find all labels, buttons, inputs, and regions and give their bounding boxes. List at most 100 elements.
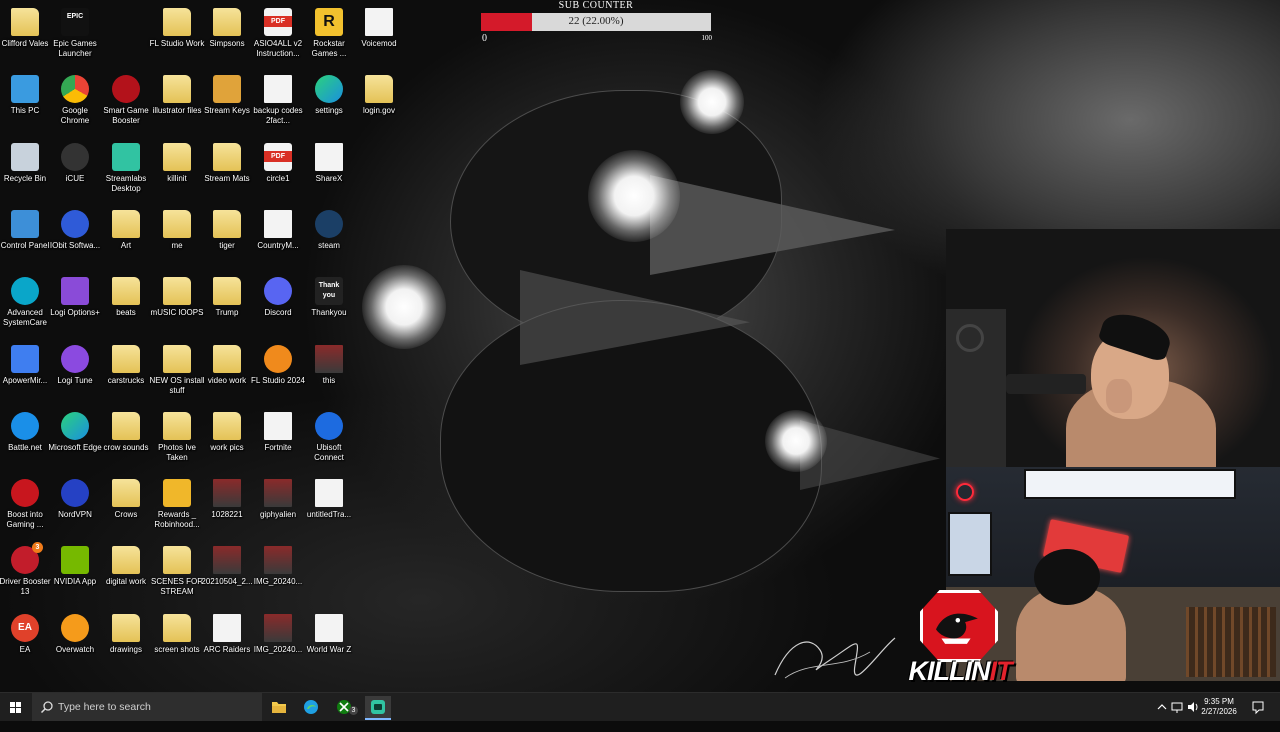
desktop-icon[interactable]: Thank you Thankyou (301, 277, 357, 318)
desktop-icon[interactable]: Boost into Gaming ... (0, 479, 53, 530)
sub-counter-min: 0 (482, 33, 487, 44)
desktop-icon[interactable]: NordVPN (47, 479, 103, 520)
desktop-icon[interactable]: mUSIC lOOPS (149, 277, 205, 318)
desktop-icon[interactable]: Logi Options+ (47, 277, 103, 318)
desktop-icon[interactable]: Recycle Bin (0, 143, 53, 184)
desktop-icon[interactable]: Ubisoft Connect (301, 412, 357, 463)
desktop-icon-label: Thankyou (311, 308, 347, 317)
desktop-icon[interactable]: EA EA (0, 614, 53, 655)
desktop-icon[interactable]: Rewards _ Robinhood... (149, 479, 205, 530)
desktop-icon-label: Art (120, 241, 132, 250)
desktop-icon[interactable]: killinit (149, 143, 205, 184)
desktop-icon[interactable]: World War Z (301, 614, 357, 655)
desktop-icon-label: EA (19, 645, 31, 654)
desktop-icon[interactable]: IMG_20240... (250, 546, 306, 587)
desktop-icon[interactable]: carstrucks (98, 345, 154, 386)
wordmark-accent: IT (989, 656, 1013, 686)
desktop-icon[interactable]: Stream Keys (199, 75, 255, 116)
desktop-icon[interactable]: ShareX (301, 143, 357, 184)
desktop-icon[interactable]: login.gov (351, 75, 407, 116)
document-icon (264, 412, 292, 440)
desktop-icon[interactable]: me (149, 210, 205, 251)
folder-icon (163, 75, 191, 103)
desktop-icon[interactable]: ASIO4ALL v2 Instruction... (250, 8, 306, 59)
desktop-icon[interactable]: Microsoft Edge (47, 412, 103, 453)
desktop-icon[interactable]: Discord (250, 277, 306, 318)
desktop-icon[interactable]: ARC Raiders (199, 614, 255, 655)
desktop-icon[interactable]: NVIDIA App (47, 546, 103, 587)
network-icon[interactable] (1170, 693, 1184, 721)
desktop-icon[interactable]: this (301, 345, 357, 386)
desktop-icon[interactable]: Control Panel (0, 210, 53, 251)
desktop-icon[interactable]: settings (301, 75, 357, 116)
desktop-icon[interactable]: Crows (98, 479, 154, 520)
desktop-icon[interactable]: NEW OS install stuff (149, 345, 205, 396)
desktop-icon[interactable]: steam (301, 210, 357, 251)
desktop-icon[interactable]: R Rockstar Games ... (301, 8, 357, 59)
desktop-icon[interactable]: EPIC Epic Games Launcher (47, 8, 103, 59)
desktop-icon[interactable]: SCENES FOR STREAM (149, 546, 205, 597)
desktop-icon[interactable]: FL Studio 2024 (250, 345, 306, 386)
desktop-icon[interactable]: IMG_20240... (250, 614, 306, 655)
desktop-icon[interactable]: Voicemod (351, 8, 407, 49)
desktop-icon[interactable]: backup codes 2fact... (250, 75, 306, 126)
desktop-icon-label: iCUE (65, 174, 85, 183)
desktop-icon[interactable]: Clifford Vales (0, 8, 53, 49)
taskbar-file-explorer[interactable] (266, 696, 292, 718)
desktop-icon[interactable]: Overwatch (47, 614, 103, 655)
taskbar-search-box[interactable]: Type here to search (32, 693, 262, 721)
desktop-icon-label: World War Z (306, 645, 352, 654)
streamlabs-icon (371, 700, 385, 714)
desktop-icon[interactable]: This PC (0, 75, 53, 116)
taskbar-xbox[interactable]: 3 (332, 696, 358, 718)
start-button[interactable] (0, 693, 32, 721)
desktop-icon[interactable]: Logi Tune (47, 345, 103, 386)
desktop-icon[interactable]: drawings (98, 614, 154, 655)
desktop-icon-label: ASIO4ALL v2 Instruction... (253, 39, 303, 58)
desktop-icon[interactable]: FL Studio Work (149, 8, 205, 49)
desktop-icon[interactable]: 1028221 (199, 479, 255, 520)
desktop-icon[interactable]: Fortnite (250, 412, 306, 453)
desktop-icon[interactable]: CountryM... (250, 210, 306, 251)
desktop-icon[interactable]: untitledTra... (301, 479, 357, 520)
desktop-icon[interactable]: circle1 (250, 143, 306, 184)
desktop-icon-label: Driver Booster 13 (0, 577, 51, 596)
taskbar-clock[interactable]: 9:35 PM 2/27/2026 (1196, 697, 1242, 717)
desktop-icon[interactable]: Smart Game Booster (98, 75, 154, 126)
desktop-icon[interactable]: video work (199, 345, 255, 386)
desktop-icon[interactable]: Trump (199, 277, 255, 318)
desktop-icon[interactable]: Google Chrome (47, 75, 103, 126)
desktop-icon[interactable]: IObit Softwa... (47, 210, 103, 251)
desktop-icon[interactable]: tiger (199, 210, 255, 251)
desktop-icon[interactable]: Battle.net (0, 412, 53, 453)
desktop-icon[interactable]: work pics (199, 412, 255, 453)
desktop-icon[interactable]: 20210504_2... (199, 546, 255, 587)
desktop-icon-label: Overwatch (55, 645, 95, 654)
desktop-icon[interactable]: Simpsons (199, 8, 255, 49)
ring-light (956, 483, 974, 501)
taskbar-edge[interactable] (298, 696, 324, 718)
desktop-icon-label: Rockstar Games ... (311, 39, 347, 58)
desktop-icon[interactable]: Photos Ive Taken (149, 412, 205, 463)
taskbar-streamlabs[interactable] (365, 696, 391, 720)
desktop-icon[interactable]: screen shots (149, 614, 205, 655)
desktop-icon[interactable]: illustrator files (149, 75, 205, 116)
desktop-icon[interactable]: beats (98, 277, 154, 318)
desktop-icon[interactable]: Streamlabs Desktop (98, 143, 154, 194)
desktop-icon[interactable]: digital work (98, 546, 154, 587)
desktop-icon[interactable]: Advanced SystemCare (0, 277, 53, 328)
notification-center-icon[interactable] (1250, 693, 1266, 721)
tray-overflow-chevron-icon[interactable] (1156, 693, 1168, 721)
desktop-icon-label: IObit Softwa... (49, 241, 101, 250)
folder-icon (112, 546, 140, 574)
desktop-icon[interactable]: crow sounds (98, 412, 154, 453)
desktop-icon[interactable]: Stream Mats (199, 143, 255, 184)
desktop-icon[interactable]: ApowerMir... (0, 345, 53, 386)
desktop-icon[interactable]: Art (98, 210, 154, 251)
desktop-icon[interactable]: 3 Driver Booster 13 (0, 542, 53, 597)
document-icon (213, 614, 241, 642)
desktop-icon[interactable]: iCUE (47, 143, 103, 184)
desktop-icon[interactable]: giphyalien (250, 479, 306, 520)
image-file-icon (213, 479, 241, 507)
folder-icon (213, 412, 241, 440)
